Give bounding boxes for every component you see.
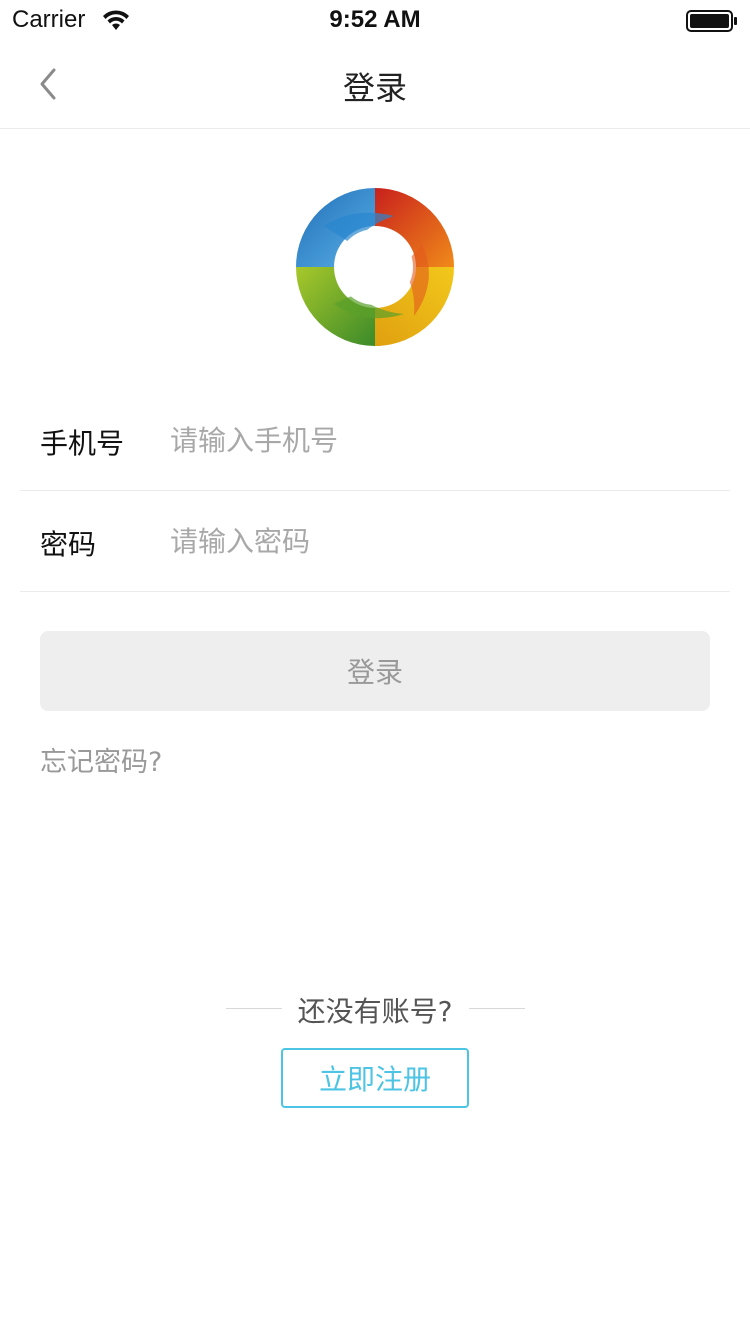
status-bar: Carrier 9:52 AM	[0, 0, 750, 40]
battery-icon	[686, 10, 737, 32]
forgot-password-link[interactable]: 忘记密码?	[40, 740, 162, 779]
divider-right	[469, 1008, 525, 1009]
password-row: 密码	[20, 491, 730, 592]
app-logo	[296, 188, 454, 346]
phone-row: 手机号	[20, 390, 730, 491]
navigation-bar: 登录	[0, 40, 750, 129]
phone-input[interactable]	[170, 415, 710, 465]
password-label: 密码	[40, 528, 97, 561]
login-button[interactable]: 登录	[40, 631, 710, 711]
page-title: 登录	[342, 69, 407, 107]
no-account-prompt: 还没有账号?	[297, 995, 453, 1028]
register-button[interactable]: 立即注册	[281, 1048, 469, 1108]
password-input[interactable]	[170, 516, 710, 566]
phone-label: 手机号	[40, 427, 125, 460]
status-time: 9:52 AM	[329, 6, 421, 33]
